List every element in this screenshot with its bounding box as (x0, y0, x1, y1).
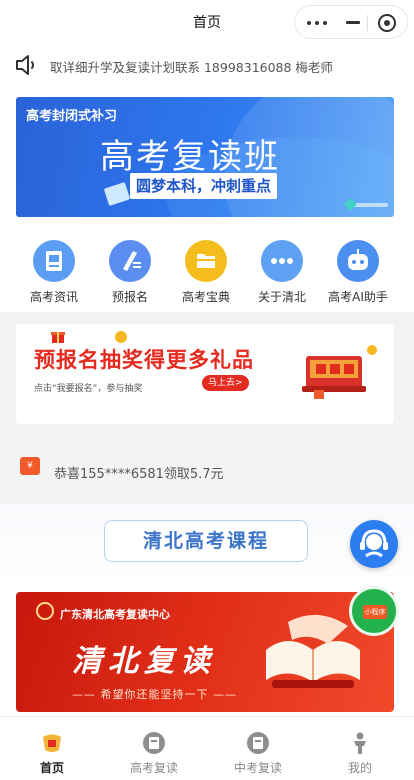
qingbei-logo-icon (36, 602, 54, 620)
banner-title: 高考复读班 (100, 137, 280, 177)
tab-label: 高考复读 (129, 761, 178, 775)
banner-tag: 高考封闭式补习 (26, 109, 118, 124)
qingbei-title: 清北复读 (72, 644, 216, 679)
tab-label: 中考复读 (233, 761, 282, 775)
miniprogram-capsule (294, 5, 408, 39)
banner-subtitle: 圆梦本科，冲刺重点 (130, 173, 278, 199)
grid-item-label: 高考宝典 (181, 290, 230, 304)
book-icon (246, 731, 270, 755)
congrats-text: 恭喜155****6581领取5.7元 (54, 467, 224, 482)
go-now-button[interactable]: 马上去> (202, 375, 249, 391)
prize-subtitle: 点击“我要报名”，参与抽奖 (34, 384, 143, 394)
grid-item-handbook[interactable]: 高考宝典 (168, 240, 244, 305)
tab-gaokao-repeat[interactable]: 高考复读 (114, 731, 194, 776)
more-menu-icon[interactable] (307, 21, 329, 25)
bottom-tabbar: 首页 高考复读 中考复读 我的 (0, 716, 414, 780)
page: 首页 取详细升学及复读计划联系 18998316088 梅老师 高考封闭式补习 … (0, 0, 414, 780)
grid-item-label: 高考AI助手 (328, 290, 388, 304)
news-icon (33, 240, 75, 282)
close-target-icon[interactable] (378, 14, 396, 32)
tab-mine[interactable]: 我的 (320, 731, 400, 776)
grid-item-ai-assistant[interactable]: 高考AI助手 (320, 240, 396, 305)
mini-program-label: 小程序 (363, 605, 387, 619)
speaker-icon (16, 55, 34, 75)
grid-item-preregister[interactable]: 预报名 (92, 240, 168, 305)
qingbei-org: 广东清北高考复读中心 (60, 608, 170, 621)
notice-bar[interactable]: 取详细升学及复读计划联系 18998316088 梅老师 (0, 44, 414, 86)
prize-banner[interactable]: 预报名抽奖得更多礼品 点击“我要报名”，参与抽奖 马上去> (16, 324, 394, 424)
gift-small-icon (51, 332, 65, 343)
course-title[interactable]: 清北高考课程 (104, 520, 308, 562)
red-envelope-icon: ¥ (20, 457, 40, 475)
book-icon (142, 731, 166, 755)
folder-icon (185, 240, 227, 282)
notice-text: 取详细升学及复读计划联系 18998316088 梅老师 (50, 60, 333, 75)
pen-icon (109, 240, 151, 282)
grid-item-label: 关于清北 (257, 290, 306, 304)
customer-service-button[interactable] (350, 520, 398, 568)
headset-icon (360, 529, 388, 558)
qingbei-subtitle: —— 希望你还能坚持一下 —— (72, 688, 237, 701)
grid-item-about[interactable]: 关于清北 (244, 240, 320, 305)
grid-item-label: 预报名 (111, 290, 148, 304)
home-crest-icon (40, 731, 64, 755)
book-icon (103, 182, 131, 206)
more-dots-icon (261, 240, 303, 282)
grid-item-label: 高考资讯 (29, 290, 78, 304)
grid-item-news[interactable]: 高考资讯 (16, 240, 92, 305)
top-navbar: 首页 (0, 0, 414, 44)
banner-section: 高考封闭式补习 高考复读班 圆梦本科，冲刺重点 (0, 86, 414, 226)
coin-icon (115, 331, 127, 343)
tab-label: 首页 (39, 761, 64, 775)
prize-title: 预报名抽奖得更多礼品 (34, 348, 254, 372)
robot-icon (337, 240, 379, 282)
mini-program-button[interactable]: 小程序 (349, 586, 399, 636)
quick-entry-grid: 高考资讯 预报名 高考宝典 关于清北 高考AI助手 (0, 226, 414, 312)
tab-home[interactable]: 首页 (12, 731, 92, 776)
user-icon (348, 731, 372, 755)
prize-section: 预报名抽奖得更多礼品 点击“我要报名”，参与抽奖 马上去> (0, 312, 414, 436)
hero-banner[interactable]: 高考封闭式补习 高考复读班 圆梦本科，冲刺重点 (16, 97, 394, 217)
prize-box-icon (302, 345, 377, 399)
carousel-indicator (344, 198, 388, 211)
congrats-ticker: ¥ 恭喜155****6581领取5.7元 (0, 436, 414, 504)
tab-label: 我的 (347, 761, 372, 775)
tab-zhongkao-repeat[interactable]: 中考复读 (218, 731, 298, 776)
qingbei-banner[interactable]: 广东清北高考复读中心 清北复读 —— 希望你还能坚持一下 —— (16, 592, 394, 712)
capsule-divider (367, 15, 368, 31)
minimize-icon[interactable] (346, 21, 360, 24)
